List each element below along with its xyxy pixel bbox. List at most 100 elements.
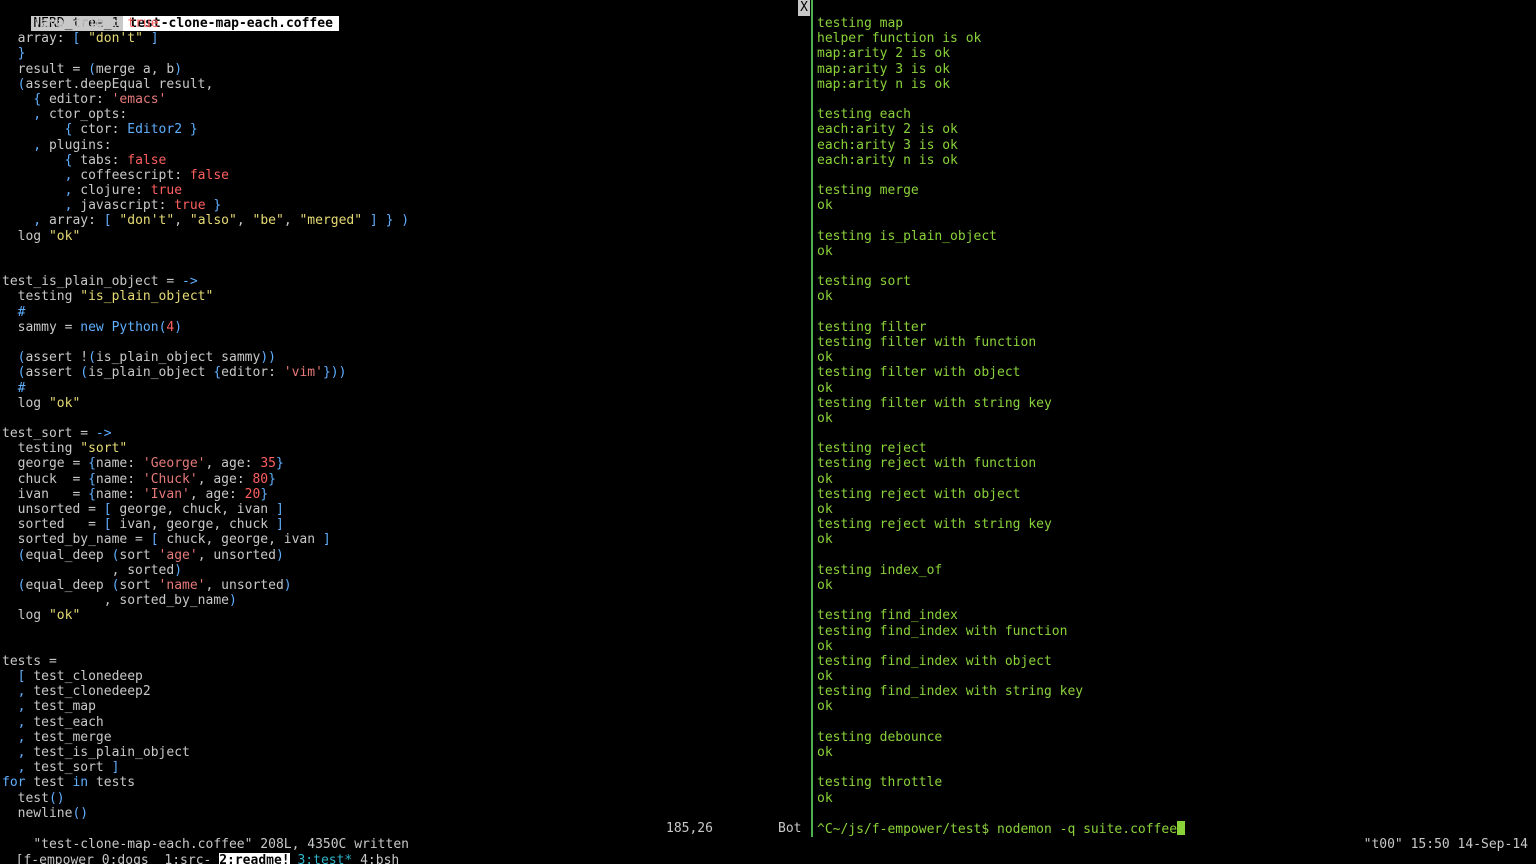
terminal-line: ok bbox=[817, 699, 833, 715]
code-token: { bbox=[33, 91, 49, 107]
code-token: } bbox=[2, 46, 26, 62]
code-token: clojure bbox=[80, 183, 136, 199]
code-token: ) bbox=[275, 547, 284, 563]
code-token: , bbox=[2, 760, 34, 776]
code-token: ] bbox=[268, 502, 284, 517]
code-token: : bbox=[127, 471, 143, 487]
code-line: (assert.deepEqual result, bbox=[2, 77, 808, 92]
code-token: is_plain_object bbox=[88, 365, 214, 381]
code-token: testing bbox=[2, 289, 81, 305]
tmux-window-0[interactable]: 0:dogs bbox=[102, 853, 149, 864]
code-token: is_plain_object sammy bbox=[95, 350, 261, 366]
code-token: age bbox=[221, 456, 245, 472]
code-token: 'Chuck' bbox=[142, 471, 198, 487]
tmux-window-4[interactable]: 4:bsh bbox=[360, 853, 399, 864]
code-line: } bbox=[2, 46, 808, 61]
code-token: test_clonedeep2 bbox=[33, 684, 151, 700]
code-token: "also" bbox=[189, 213, 237, 229]
code-token: editor bbox=[221, 365, 269, 381]
code-line: , array: [ "don't", "also", "be", "merge… bbox=[2, 213, 808, 228]
code-token: 'Ivan' bbox=[142, 486, 190, 502]
terminal-line: ok bbox=[817, 243, 833, 259]
code-token: javascript bbox=[80, 198, 159, 214]
code-token: : bbox=[174, 167, 190, 183]
code-token: javascript bbox=[33, 16, 112, 31]
code-token: array bbox=[48, 213, 89, 229]
pane-divider[interactable] bbox=[811, 0, 813, 837]
tmux-window-3[interactable]: 3:test* bbox=[297, 853, 352, 864]
code-token: # bbox=[2, 380, 26, 396]
code-editor[interactable]: javascript: true array: [ "don't" ] } re… bbox=[2, 16, 808, 821]
code-token: testing bbox=[2, 441, 81, 457]
code-line: unsorted = [ george, chuck, ivan ] bbox=[2, 502, 808, 517]
code-line: , clojure: true bbox=[2, 183, 808, 198]
terminal-line: ok bbox=[817, 790, 833, 806]
code-token: 35 bbox=[260, 456, 276, 472]
code-line: array: [ "don't" ] bbox=[2, 31, 808, 46]
code-token: test_clonedeep bbox=[33, 669, 143, 685]
code-token: unsorted = bbox=[2, 502, 104, 517]
code-token: [ bbox=[72, 31, 89, 47]
code-token: [ bbox=[150, 532, 167, 548]
close-tab-button[interactable]: X bbox=[798, 0, 810, 16]
code-line: log "ok" bbox=[2, 396, 808, 411]
code-token: "don't" bbox=[119, 213, 175, 229]
code-token: : bbox=[127, 486, 143, 502]
terminal-line: testing reject with function bbox=[817, 456, 1037, 472]
code-line: george = {name: 'George', age: 35} bbox=[2, 456, 808, 471]
code-line: , javascript: true } bbox=[2, 198, 808, 213]
code-token: : bbox=[127, 456, 143, 472]
code-line: , test_is_plain_object bbox=[2, 745, 808, 760]
code-token: plugins bbox=[48, 137, 104, 153]
code-line: chuck = {name: 'Chuck', age: 80} bbox=[2, 472, 808, 487]
terminal-line: helper function is ok bbox=[817, 31, 982, 47]
code-token: test_sort bbox=[33, 760, 104, 776]
terminal-line: testing find_index with function bbox=[817, 623, 1068, 639]
scroll-indicator: Bot bbox=[778, 821, 802, 836]
code-token: 20 bbox=[244, 486, 261, 502]
code-token: true bbox=[127, 16, 159, 31]
code-token: assert ! bbox=[25, 350, 89, 366]
code-token: log bbox=[2, 228, 49, 244]
vim-pane[interactable]: NERD_tree_1 test-clone-map-each.coffee X … bbox=[0, 0, 810, 852]
code-token: { bbox=[88, 486, 96, 502]
terminal-line: testing sort bbox=[817, 274, 911, 290]
code-line: testing "sort" bbox=[2, 441, 808, 456]
code-token: : bbox=[229, 486, 245, 502]
terminal-line: testing reject with string key bbox=[817, 517, 1052, 533]
tmux-window-1[interactable]: 1:src- bbox=[164, 853, 211, 864]
code-line: , test_map bbox=[2, 699, 808, 714]
shell-prompt[interactable]: ^C~/js/f-empower/test$ nodemon -q suite.… bbox=[817, 821, 1186, 837]
code-line: , coffeescript: false bbox=[2, 168, 808, 183]
code-line: ivan = {name: 'Ivan', age: 20} bbox=[2, 487, 808, 502]
code-token: , bbox=[2, 137, 49, 153]
code-token: ) bbox=[174, 562, 183, 578]
terminal-line: ok bbox=[817, 198, 833, 214]
code-token: , bbox=[2, 745, 34, 760]
code-token: test_map bbox=[33, 699, 96, 715]
code-token: result = bbox=[2, 61, 89, 77]
terminal-line: testing find_index with string key bbox=[817, 684, 1084, 700]
terminal-line: ok bbox=[817, 532, 833, 548]
code-token: [ bbox=[103, 502, 120, 517]
code-token: } bbox=[268, 471, 276, 487]
code-token: : bbox=[236, 471, 253, 487]
code-token: -> bbox=[95, 426, 112, 442]
code-token: , bbox=[2, 213, 49, 229]
code-token: , bbox=[2, 684, 34, 700]
terminal-line: testing filter with object bbox=[817, 365, 1021, 381]
code-line: , sorted) bbox=[2, 563, 808, 578]
code-line: log "ok" bbox=[2, 608, 808, 623]
code-line: for test in tests bbox=[2, 775, 808, 790]
code-token: , bbox=[197, 471, 214, 487]
code-token: new bbox=[80, 319, 112, 335]
code-token: newline bbox=[2, 805, 73, 821]
code-token: 'age' bbox=[158, 547, 198, 563]
tmux-window-2[interactable]: 2:readme! bbox=[219, 853, 290, 864]
code-token: for bbox=[2, 775, 34, 791]
